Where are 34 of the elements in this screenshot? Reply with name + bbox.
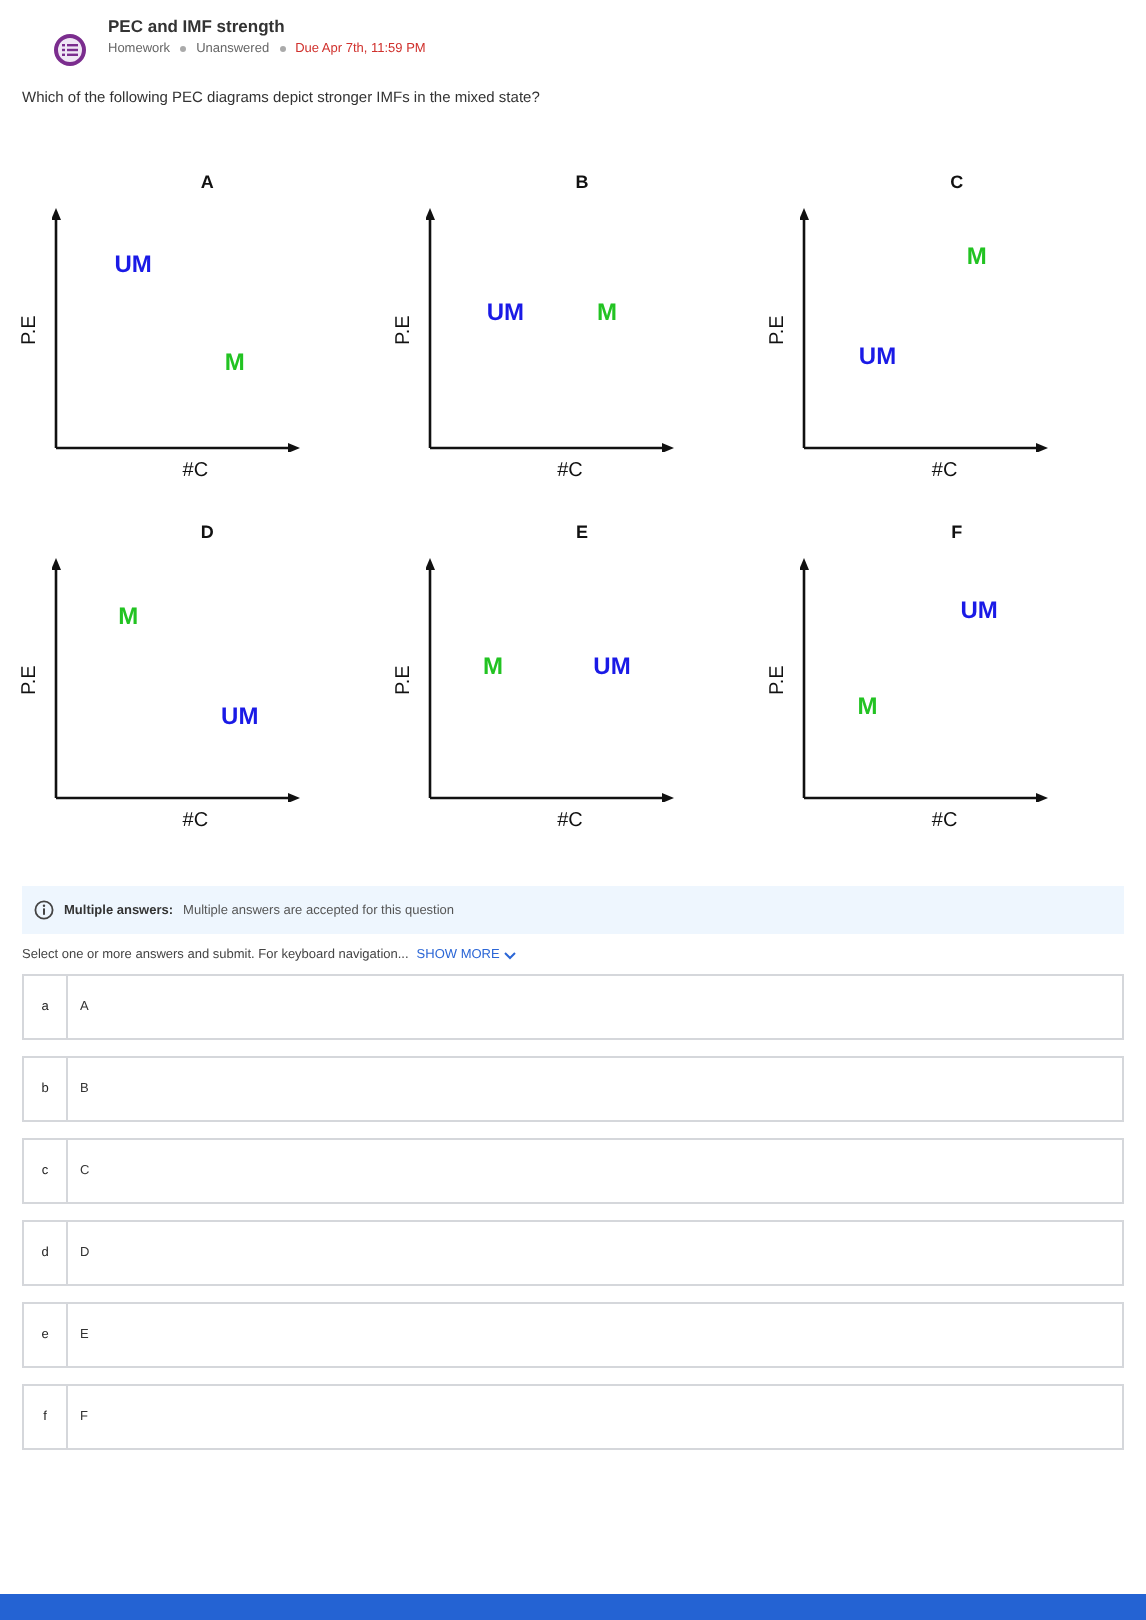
state-label: UM <box>486 298 524 327</box>
axis-label: P.E <box>767 666 790 694</box>
axis-label: P.E <box>18 666 41 694</box>
axis-label: #C <box>182 810 209 832</box>
state-label: M <box>966 242 987 271</box>
state-label: UM <box>960 595 998 624</box>
axis-label: P.E <box>18 316 41 344</box>
state-label: M <box>224 347 245 376</box>
diagram-title: C <box>950 172 964 196</box>
axis-label: #C <box>931 810 958 832</box>
state-label: UM <box>114 250 152 279</box>
axis-label: #C <box>557 460 583 482</box>
diagram-title: F <box>951 522 963 546</box>
state-label: UM <box>593 651 631 680</box>
diagram-title: E <box>575 522 588 546</box>
axis-label: #C <box>182 460 209 482</box>
state-label: M <box>857 692 878 721</box>
state-label: UM <box>858 342 897 371</box>
assignment-icon <box>54 34 86 66</box>
diagram-title: A <box>200 172 214 196</box>
axis-label: #C <box>557 810 583 832</box>
diagram-title: B <box>575 172 589 196</box>
axis-label: P.E <box>392 316 415 344</box>
axis-label: #C <box>931 460 958 482</box>
state-label: UM <box>221 702 259 731</box>
chevron-down-icon <box>503 951 516 959</box>
state-label: M <box>118 602 139 631</box>
info-icon <box>34 900 54 920</box>
assignment-title: PEC and IMF strength <box>108 16 287 36</box>
axis-label: P.E <box>767 316 790 344</box>
axis-label: P.E <box>392 666 415 694</box>
state-label: M <box>482 651 503 680</box>
state-label: M <box>597 298 617 327</box>
diagram-title: D <box>200 522 214 546</box>
